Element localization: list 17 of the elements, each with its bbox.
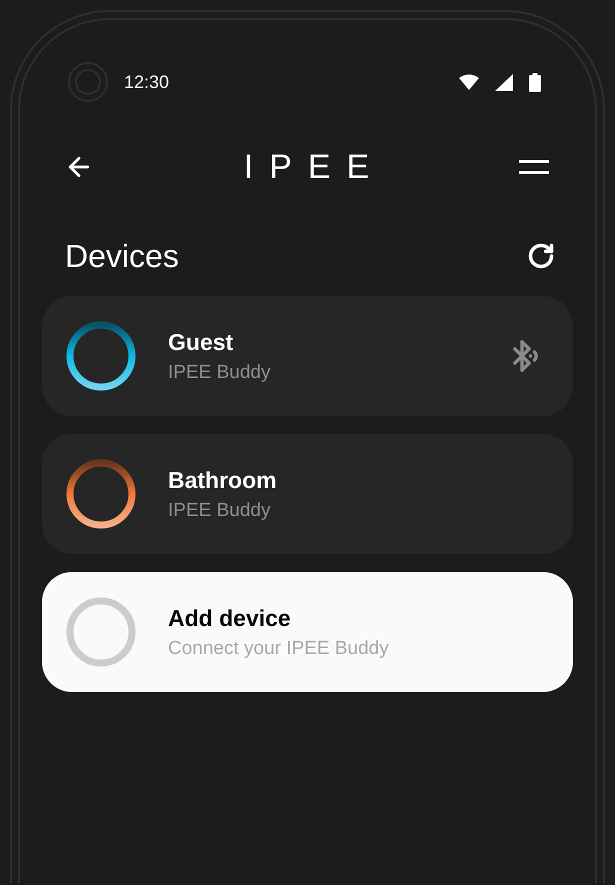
device-card[interactable]: Bathroom IPEE Buddy xyxy=(42,434,573,554)
device-card[interactable]: Guest IPEE Buddy xyxy=(42,296,573,416)
logo: IPEE xyxy=(244,148,386,186)
refresh-button[interactable] xyxy=(527,242,555,270)
wifi-icon xyxy=(459,74,479,90)
signal-icon xyxy=(495,74,513,90)
battery-icon xyxy=(529,72,541,92)
status-time: 12:30 xyxy=(124,72,170,92)
device-model: Connect your IPEE Buddy xyxy=(168,638,389,660)
section-title: Devices xyxy=(65,238,179,274)
device-name: Bathroom xyxy=(168,466,277,494)
device-name: Guest xyxy=(168,328,234,356)
device-model: IPEE Buddy xyxy=(168,362,270,384)
device-name: Add device xyxy=(168,604,292,632)
menu-button[interactable] xyxy=(518,160,549,174)
device-model: IPEE Buddy xyxy=(168,500,272,522)
add-device-card[interactable]: Add device Connect your IPEE Buddy xyxy=(42,572,573,692)
